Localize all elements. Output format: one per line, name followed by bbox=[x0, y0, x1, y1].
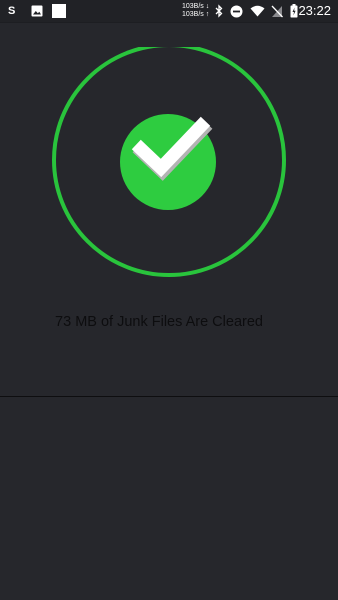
success-ring bbox=[52, 47, 286, 277]
app-s-icon: S bbox=[8, 5, 16, 17]
status-left-icons: S bbox=[8, 3, 66, 19]
battery-icon bbox=[290, 4, 298, 18]
content-divider bbox=[0, 396, 338, 397]
net-speed-down: 103B/s bbox=[182, 3, 204, 10]
status-bar: S 103B/s ↓ 103B/s ↑ 23:22 bbox=[0, 0, 338, 22]
clock: 23:22 bbox=[298, 3, 331, 18]
wifi-icon bbox=[250, 5, 265, 17]
gallery-icon bbox=[31, 5, 43, 17]
bluetooth-icon bbox=[215, 4, 223, 18]
cleanup-result-message: 73 MB of Junk Files Are Cleared bbox=[55, 314, 263, 330]
no-sim-icon bbox=[271, 5, 283, 17]
net-speed-up: 103B/s bbox=[182, 11, 204, 18]
network-speed: 103B/s ↓ 103B/s ↑ bbox=[182, 3, 210, 18]
notification-icon bbox=[52, 4, 66, 18]
status-divider bbox=[0, 22, 338, 23]
status-right-icons bbox=[214, 3, 298, 19]
do-not-disturb-icon bbox=[230, 5, 243, 17]
